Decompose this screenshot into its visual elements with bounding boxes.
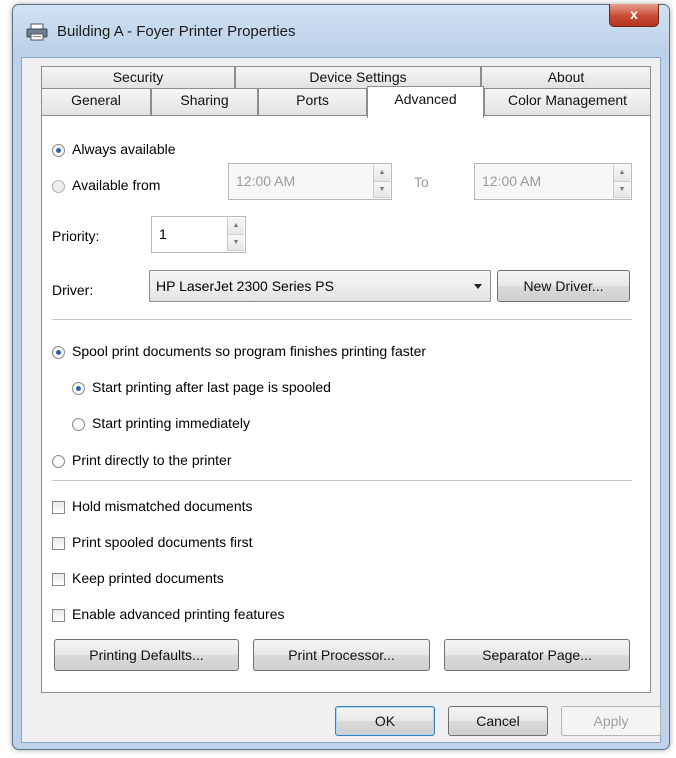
printing-defaults-button[interactable]: Printing Defaults... [54, 639, 239, 671]
tab-about[interactable]: About [481, 66, 651, 88]
start-after-last-page-label[interactable]: Start printing after last page is spoole… [92, 379, 331, 395]
ok-button[interactable]: OK [335, 706, 435, 736]
available-from-label[interactable]: Available from [72, 177, 160, 193]
apply-button[interactable]: Apply [561, 706, 661, 736]
close-button[interactable]: x [609, 4, 659, 27]
always-available-radio[interactable] [52, 144, 65, 157]
priority-field[interactable]: 1 ▲ ▼ [151, 216, 246, 253]
hold-mismatched-label[interactable]: Hold mismatched documents [72, 498, 253, 514]
hold-mismatched-checkbox[interactable] [52, 501, 65, 514]
to-label: To [414, 174, 429, 190]
advanced-tab-panel: Always available Available from 12:00 AM… [41, 115, 651, 693]
driver-dropdown[interactable]: HP LaserJet 2300 Series PS [149, 270, 491, 302]
tab-advanced[interactable]: Advanced [367, 86, 484, 118]
tab-ports[interactable]: Ports [258, 88, 367, 116]
tab-security[interactable]: Security [41, 66, 235, 88]
spool-radio[interactable] [52, 346, 65, 359]
start-after-last-page-radio[interactable] [72, 382, 85, 395]
available-to-time[interactable]: 12:00 AM ▲ ▼ [474, 163, 632, 200]
title-bar[interactable]: Building A - Foyer Printer Properties x [13, 4, 669, 57]
print-direct-label[interactable]: Print directly to the printer [72, 452, 232, 468]
print-spooled-first-label[interactable]: Print spooled documents first [72, 534, 253, 550]
window-title: Building A - Foyer Printer Properties [57, 23, 296, 40]
available-from-radio[interactable] [52, 180, 65, 193]
tab-sharing[interactable]: Sharing [151, 88, 258, 116]
driver-label: Driver: [52, 282, 94, 298]
enable-advanced-features-label[interactable]: Enable advanced printing features [72, 606, 284, 622]
divider [52, 319, 632, 320]
printer-icon [25, 23, 49, 41]
tab-device-settings[interactable]: Device Settings [235, 66, 481, 88]
to-time-spinner[interactable]: ▲ ▼ [613, 165, 630, 198]
available-from-time[interactable]: 12:00 AM ▲ ▼ [228, 163, 392, 200]
dialog-client-area: Security Device Settings About General S… [21, 57, 661, 743]
divider [52, 480, 632, 481]
print-spooled-first-checkbox[interactable] [52, 537, 65, 550]
priority-label: Priority: [52, 228, 100, 244]
start-immediately-radio[interactable] [72, 418, 85, 431]
always-available-label[interactable]: Always available [72, 141, 176, 157]
new-driver-button[interactable]: New Driver... [497, 270, 630, 302]
tab-color-management[interactable]: Color Management [484, 88, 651, 116]
enable-advanced-features-checkbox[interactable] [52, 609, 65, 622]
start-immediately-label[interactable]: Start printing immediately [92, 415, 250, 431]
keep-printed-checkbox[interactable] [52, 573, 65, 586]
priority-spinner[interactable]: ▲ ▼ [227, 218, 244, 251]
keep-printed-label[interactable]: Keep printed documents [72, 570, 224, 586]
print-direct-radio[interactable] [52, 455, 65, 468]
cancel-button[interactable]: Cancel [448, 706, 548, 736]
spool-label[interactable]: Spool print documents so program finishe… [72, 343, 426, 359]
tab-general[interactable]: General [41, 88, 151, 116]
print-processor-button[interactable]: Print Processor... [253, 639, 430, 671]
separator-page-button[interactable]: Separator Page... [444, 639, 630, 671]
from-time-spinner[interactable]: ▲ ▼ [373, 165, 390, 198]
chevron-down-icon [474, 284, 482, 289]
printer-properties-window: Building A - Foyer Printer Properties x … [12, 4, 670, 750]
